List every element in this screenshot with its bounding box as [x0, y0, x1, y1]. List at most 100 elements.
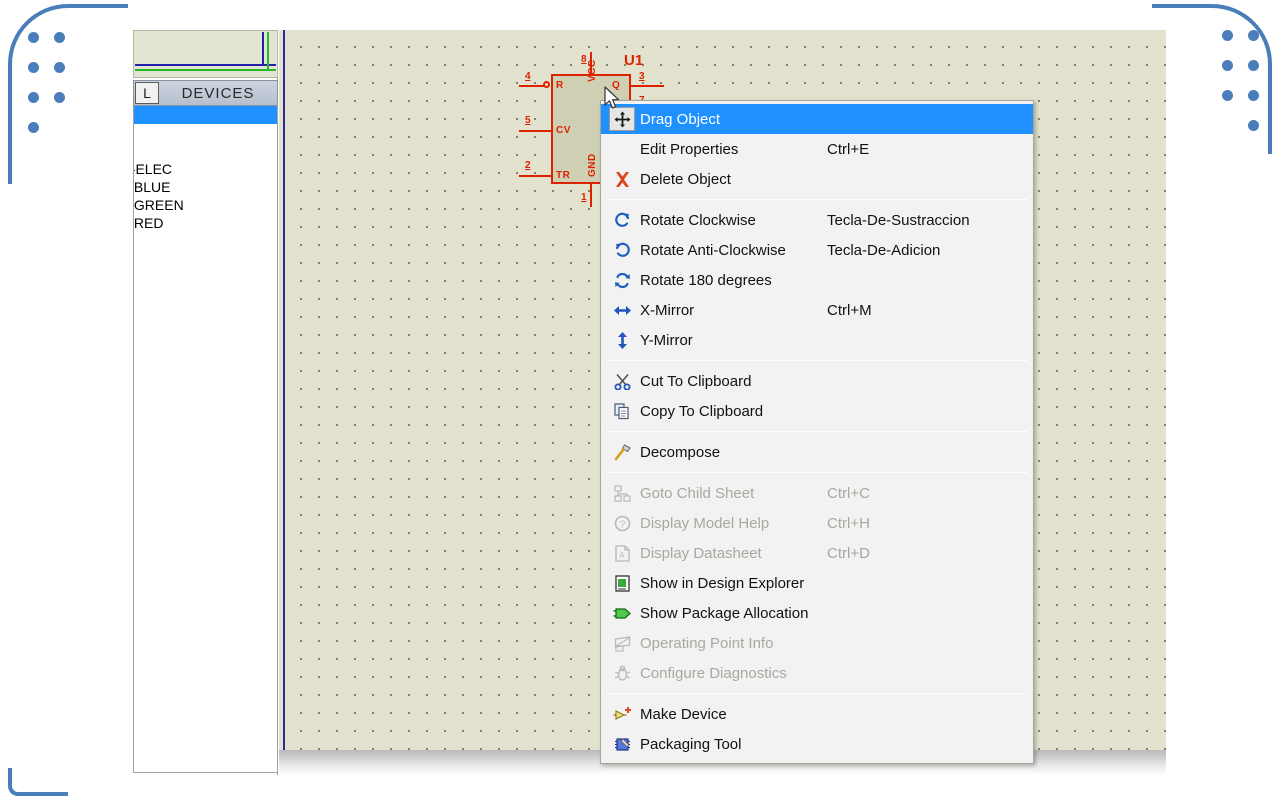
menu-item-shortcut: Ctrl+E — [827, 140, 870, 158]
list-item[interactable]: 555 — [134, 106, 277, 124]
menu-item-rotate-180-degrees[interactable]: Rotate 180 degrees — [601, 265, 1033, 295]
list-item[interactable]: LED-BLUE — [134, 178, 277, 196]
preview-blue-vline — [262, 32, 264, 66]
menu-item-goto-child-sheet[interactable]: Goto Child Sheet Ctrl+C — [601, 478, 1033, 508]
menu-item-shortcut: Ctrl+D — [827, 544, 870, 562]
menu-separator — [607, 360, 1027, 361]
pin-label-r: R — [556, 80, 564, 91]
menu-item-configure-diagnostics[interactable]: Configure Diagnostics — [601, 658, 1033, 688]
list-item[interactable]: RES — [134, 232, 277, 250]
menu-item-label: Rotate Clockwise — [640, 211, 756, 229]
menu-separator — [607, 472, 1027, 473]
preview-green-vline — [267, 32, 269, 71]
menu-separator — [607, 199, 1027, 200]
menu-item-display-model-help[interactable]: ? Display Model Help Ctrl+H — [601, 508, 1033, 538]
menu-item-label: Configure Diagnostics — [640, 664, 787, 682]
menu-item-label: Show in Design Explorer — [640, 574, 805, 592]
pin-number-vcc: 8 — [581, 54, 587, 65]
menu-item-label: Delete Object — [640, 170, 731, 188]
list-item[interactable]: LED-RED — [134, 214, 277, 232]
menu-item-operating-point-info[interactable]: Operating Point Info — [601, 628, 1033, 658]
menu-item-label: Rotate Anti-Clockwise — [640, 241, 786, 259]
menu-item-decompose[interactable]: Decompose — [601, 437, 1033, 467]
devices-list[interactable]: 555 7805 CAP CAP-ELEC LED-BLUE LED-GREEN… — [133, 106, 278, 773]
hammer-icon — [609, 441, 635, 463]
menu-item-shortcut: Tecla-De-Adicion — [827, 241, 941, 259]
menu-item-edit-properties[interactable]: Edit Properties Ctrl+E — [601, 134, 1033, 164]
pin-label-tr: TR — [556, 170, 571, 181]
x-mirror-icon — [609, 299, 635, 321]
list-item[interactable]: CAP — [134, 142, 277, 160]
pin-number-r: 4 — [525, 71, 531, 82]
menu-separator — [607, 431, 1027, 432]
menu-item-label: Drag Object — [640, 110, 721, 128]
menu-item-y-mirror[interactable]: Y-Mirror — [601, 325, 1033, 355]
preview-blue-line — [135, 64, 276, 66]
pin-label-cv: CV — [556, 125, 571, 136]
pin-label-gnd: GND — [587, 153, 598, 177]
menu-item-shortcut: Tecla-De-Sustraccion — [827, 211, 970, 229]
make-device-icon — [609, 703, 635, 725]
pin-number-q: 3 — [639, 71, 645, 82]
menu-item-label: Goto Child Sheet — [640, 484, 755, 502]
pin-label-vcc: VCC — [587, 59, 598, 82]
decorative-dots-right — [1222, 30, 1262, 131]
delete-x-icon — [609, 168, 635, 190]
component-reference-label: U1 — [624, 52, 644, 69]
list-item[interactable]: LED-GREEN — [134, 196, 277, 214]
application-window: L DEVICES 555 7805 CAP CAP-ELEC LED-BLUE… — [131, 30, 1166, 775]
menu-separator — [607, 693, 1027, 694]
design-explorer-icon — [609, 572, 635, 594]
menu-item-packaging-tool[interactable]: Packaging Tool — [601, 729, 1033, 759]
pin-inversion-bubble — [543, 81, 550, 88]
decorative-frame-left — [8, 4, 128, 184]
help-icon: ? — [609, 512, 635, 534]
component-preview-pane[interactable] — [133, 30, 278, 78]
pin-number-gnd: 1 — [581, 192, 587, 203]
preview-inner — [135, 32, 276, 76]
menu-item-shortcut: Ctrl+C — [827, 484, 870, 502]
list-item[interactable]: CAP-ELEC — [134, 160, 277, 178]
pin-number-tr: 2 — [525, 160, 531, 171]
menu-item-shortcut: Ctrl+M — [827, 301, 872, 319]
scissors-icon — [609, 370, 635, 392]
package-icon — [609, 602, 635, 624]
pin-label-q: Q — [612, 80, 621, 91]
context-menu[interactable]: Drag Object Edit Properties Ctrl+E Delet… — [600, 100, 1034, 764]
menu-item-label: Y-Mirror — [640, 331, 693, 349]
pin-wire-gnd — [590, 183, 592, 207]
bug-icon — [609, 662, 635, 684]
decorative-frame-bottom-left — [8, 768, 68, 796]
datasheet-icon: A — [609, 542, 635, 564]
menu-item-label: X-Mirror — [640, 301, 695, 319]
move-icon — [609, 107, 635, 131]
packaging-tool-icon — [609, 733, 635, 755]
menu-item-cut-to-clipboard[interactable]: Cut To Clipboard — [601, 366, 1033, 396]
menu-item-label: Cut To Clipboard — [640, 372, 752, 390]
pin-number-cv: 5 — [525, 115, 531, 126]
library-mode-button[interactable]: L — [135, 82, 159, 104]
screenshot-root: L DEVICES 555 7805 CAP CAP-ELEC LED-BLUE… — [0, 0, 1280, 800]
menu-item-drag-object[interactable]: Drag Object — [601, 104, 1033, 134]
menu-item-rotate-anti-clockwise[interactable]: Rotate Anti-Clockwise Tecla-De-Adicion — [601, 235, 1033, 265]
preview-green-line — [135, 69, 276, 71]
blank-icon — [609, 138, 635, 160]
y-mirror-icon — [609, 329, 635, 351]
menu-item-x-mirror[interactable]: X-Mirror Ctrl+M — [601, 295, 1033, 325]
rotate-cw-icon — [609, 209, 635, 231]
menu-item-display-datasheet[interactable]: A Display Datasheet Ctrl+D — [601, 538, 1033, 568]
menu-item-label: Display Datasheet — [640, 544, 762, 562]
menu-item-show-package-allocation[interactable]: Show Package Allocation — [601, 598, 1033, 628]
menu-item-label: Show Package Allocation — [640, 604, 809, 622]
operating-point-icon — [609, 632, 635, 654]
menu-item-rotate-clockwise[interactable]: Rotate Clockwise Tecla-De-Sustraccion — [601, 205, 1033, 235]
menu-item-make-device[interactable]: Make Device — [601, 699, 1033, 729]
list-item[interactable]: 7805 — [134, 124, 277, 142]
menu-item-shortcut: Ctrl+H — [827, 514, 870, 532]
rotate-180-icon — [609, 269, 635, 291]
menu-item-copy-to-clipboard[interactable]: Copy To Clipboard — [601, 396, 1033, 426]
menu-item-label: Copy To Clipboard — [640, 402, 764, 420]
menu-item-show-in-design-explorer[interactable]: Show in Design Explorer — [601, 568, 1033, 598]
devices-panel-header: L DEVICES — [133, 80, 278, 106]
menu-item-delete-object[interactable]: Delete Object — [601, 164, 1033, 194]
